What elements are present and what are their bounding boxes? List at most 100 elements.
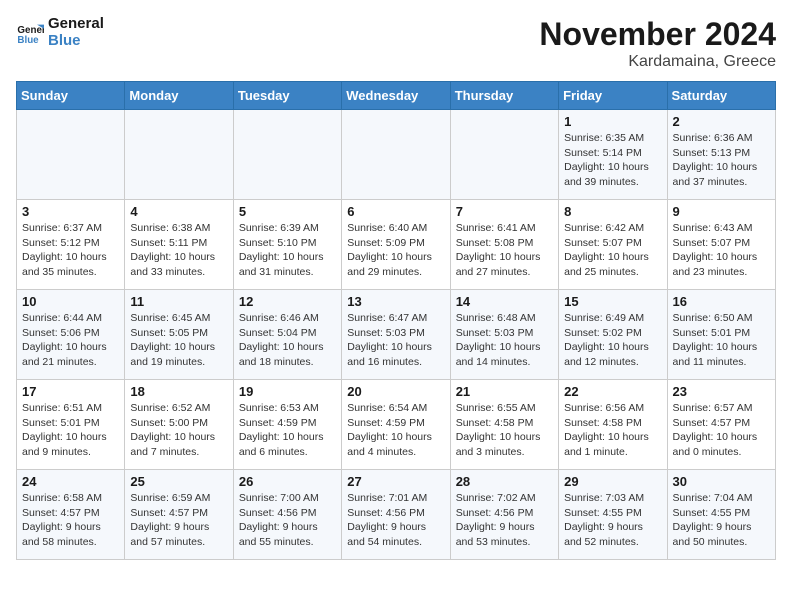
day-number: 2 bbox=[673, 114, 770, 129]
day-info: Sunrise: 6:52 AMSunset: 5:00 PMDaylight:… bbox=[130, 401, 227, 460]
header-tuesday: Tuesday bbox=[233, 82, 341, 110]
day-number: 18 bbox=[130, 384, 227, 399]
month-title: November 2024 bbox=[539, 16, 776, 53]
day-info: Sunrise: 6:59 AMSunset: 4:57 PMDaylight:… bbox=[130, 491, 227, 550]
day-info: Sunrise: 6:49 AMSunset: 5:02 PMDaylight:… bbox=[564, 311, 661, 370]
table-row: 10 Sunrise: 6:44 AMSunset: 5:06 PMDayligh… bbox=[17, 290, 125, 380]
table-row: 1 Sunrise: 6:35 AMSunset: 5:14 PMDaylight… bbox=[559, 110, 667, 200]
table-row: 11Sunrise: 6:45 AMSunset: 5:05 PMDayligh… bbox=[125, 290, 233, 380]
table-row bbox=[342, 110, 450, 200]
title-area: November 2024 Kardamaina, Greece bbox=[539, 16, 776, 71]
header-saturday: Saturday bbox=[667, 82, 775, 110]
day-info: Sunrise: 6:56 AMSunset: 4:58 PMDaylight:… bbox=[564, 401, 661, 460]
table-row: 25 Sunrise: 6:59 AMSunset: 4:57 PMDayligh… bbox=[125, 470, 233, 560]
day-info: Sunrise: 6:55 AMSunset: 4:58 PMDaylight:… bbox=[456, 401, 553, 460]
day-number: 25 bbox=[130, 474, 227, 489]
day-number: 8 bbox=[564, 204, 661, 219]
day-number: 19 bbox=[239, 384, 336, 399]
table-row: 27Sunrise: 7:01 AMSunset: 4:56 PMDayligh… bbox=[342, 470, 450, 560]
table-row: 9Sunrise: 6:43 AMSunset: 5:07 PMDaylight… bbox=[667, 200, 775, 290]
day-info: Sunrise: 6:38 AMSunset: 5:11 PMDaylight:… bbox=[130, 221, 227, 280]
day-info: Sunrise: 6:58 AMSunset: 4:57 PMDaylight:… bbox=[22, 491, 119, 550]
day-info: Sunrise: 7:00 AMSunset: 4:56 PMDaylight:… bbox=[239, 491, 336, 550]
header-sunday: Sunday bbox=[17, 82, 125, 110]
day-info: Sunrise: 6:43 AMSunset: 5:07 PMDaylight:… bbox=[673, 221, 770, 280]
day-number: 10 bbox=[22, 294, 119, 309]
table-row: 20 Sunrise: 6:54 AMSunset: 4:59 PMDayligh… bbox=[342, 380, 450, 470]
table-row: 12 Sunrise: 6:46 AMSunset: 5:04 PMDayligh… bbox=[233, 290, 341, 380]
calendar-week-row: 10 Sunrise: 6:44 AMSunset: 5:06 PMDayligh… bbox=[17, 290, 776, 380]
logo: General Blue General Blue bbox=[16, 16, 104, 49]
table-row: 19 Sunrise: 6:53 AMSunset: 4:59 PMDayligh… bbox=[233, 380, 341, 470]
day-number: 20 bbox=[347, 384, 444, 399]
day-info: Sunrise: 6:50 AMSunset: 5:01 PMDaylight:… bbox=[673, 311, 770, 370]
table-row bbox=[125, 110, 233, 200]
day-number: 23 bbox=[673, 384, 770, 399]
day-number: 21 bbox=[456, 384, 553, 399]
day-info: Sunrise: 6:47 AMSunset: 5:03 PMDaylight:… bbox=[347, 311, 444, 370]
day-info: Sunrise: 6:41 AMSunset: 5:08 PMDaylight:… bbox=[456, 221, 553, 280]
day-info: Sunrise: 6:54 AMSunset: 4:59 PMDaylight:… bbox=[347, 401, 444, 460]
day-info: Sunrise: 6:36 AMSunset: 5:13 PMDaylight:… bbox=[673, 131, 770, 190]
table-row: 30 Sunrise: 7:04 AMSunset: 4:55 PMDayligh… bbox=[667, 470, 775, 560]
day-info: Sunrise: 7:03 AMSunset: 4:55 PMDaylight:… bbox=[564, 491, 661, 550]
day-number: 29 bbox=[564, 474, 661, 489]
table-row: 5Sunrise: 6:39 AMSunset: 5:10 PMDaylight… bbox=[233, 200, 341, 290]
day-info: Sunrise: 7:04 AMSunset: 4:55 PMDaylight:… bbox=[673, 491, 770, 550]
table-row: 16 Sunrise: 6:50 AMSunset: 5:01 PMDayligh… bbox=[667, 290, 775, 380]
calendar-week-row: 24 Sunrise: 6:58 AMSunset: 4:57 PMDayligh… bbox=[17, 470, 776, 560]
day-number: 1 bbox=[564, 114, 661, 129]
day-number: 4 bbox=[130, 204, 227, 219]
table-row: 6Sunrise: 6:40 AMSunset: 5:09 PMDaylight… bbox=[342, 200, 450, 290]
day-info: Sunrise: 6:44 AMSunset: 5:06 PMDaylight:… bbox=[22, 311, 119, 370]
day-number: 11 bbox=[130, 294, 227, 309]
logo-icon: General Blue bbox=[16, 19, 44, 47]
table-row: 8Sunrise: 6:42 AMSunset: 5:07 PMDaylight… bbox=[559, 200, 667, 290]
day-info: Sunrise: 6:57 AMSunset: 4:57 PMDaylight:… bbox=[673, 401, 770, 460]
table-row: 14 Sunrise: 6:48 AMSunset: 5:03 PMDayligh… bbox=[450, 290, 558, 380]
svg-text:Blue: Blue bbox=[17, 34, 39, 45]
day-number: 15 bbox=[564, 294, 661, 309]
page-header: General Blue General Blue November 2024 … bbox=[16, 16, 776, 71]
day-number: 16 bbox=[673, 294, 770, 309]
day-number: 13 bbox=[347, 294, 444, 309]
day-number: 3 bbox=[22, 204, 119, 219]
table-row: 4 Sunrise: 6:38 AMSunset: 5:11 PMDaylight… bbox=[125, 200, 233, 290]
location-title: Kardamaina, Greece bbox=[539, 53, 776, 71]
day-number: 14 bbox=[456, 294, 553, 309]
day-number: 22 bbox=[564, 384, 661, 399]
day-info: Sunrise: 6:37 AMSunset: 5:12 PMDaylight:… bbox=[22, 221, 119, 280]
day-info: Sunrise: 6:48 AMSunset: 5:03 PMDaylight:… bbox=[456, 311, 553, 370]
logo-line2: Blue bbox=[48, 32, 81, 49]
table-row: 22 Sunrise: 6:56 AMSunset: 4:58 PMDayligh… bbox=[559, 380, 667, 470]
day-number: 30 bbox=[673, 474, 770, 489]
day-number: 17 bbox=[22, 384, 119, 399]
table-row: 23 Sunrise: 6:57 AMSunset: 4:57 PMDayligh… bbox=[667, 380, 775, 470]
day-number: 6 bbox=[347, 204, 444, 219]
table-row: 3 Sunrise: 6:37 AMSunset: 5:12 PMDaylight… bbox=[17, 200, 125, 290]
day-number: 7 bbox=[456, 204, 553, 219]
day-info: Sunrise: 6:35 AMSunset: 5:14 PMDaylight:… bbox=[564, 131, 661, 190]
day-info: Sunrise: 6:53 AMSunset: 4:59 PMDaylight:… bbox=[239, 401, 336, 460]
calendar-week-row: 17 Sunrise: 6:51 AMSunset: 5:01 PMDayligh… bbox=[17, 380, 776, 470]
calendar-week-row: 1 Sunrise: 6:35 AMSunset: 5:14 PMDaylight… bbox=[17, 110, 776, 200]
logo-line1: General bbox=[48, 15, 104, 32]
day-info: Sunrise: 6:51 AMSunset: 5:01 PMDaylight:… bbox=[22, 401, 119, 460]
header-friday: Friday bbox=[559, 82, 667, 110]
calendar-header-row: Sunday Monday Tuesday Wednesday Thursday… bbox=[17, 82, 776, 110]
day-number: 28 bbox=[456, 474, 553, 489]
table-row bbox=[233, 110, 341, 200]
day-number: 27 bbox=[347, 474, 444, 489]
day-info: Sunrise: 6:46 AMSunset: 5:04 PMDaylight:… bbox=[239, 311, 336, 370]
day-number: 26 bbox=[239, 474, 336, 489]
table-row: 18 Sunrise: 6:52 AMSunset: 5:00 PMDayligh… bbox=[125, 380, 233, 470]
table-row: 13 Sunrise: 6:47 AMSunset: 5:03 PMDayligh… bbox=[342, 290, 450, 380]
table-row: 17 Sunrise: 6:51 AMSunset: 5:01 PMDayligh… bbox=[17, 380, 125, 470]
table-row: 26 Sunrise: 7:00 AMSunset: 4:56 PMDayligh… bbox=[233, 470, 341, 560]
header-wednesday: Wednesday bbox=[342, 82, 450, 110]
day-number: 24 bbox=[22, 474, 119, 489]
header-thursday: Thursday bbox=[450, 82, 558, 110]
table-row: 2 Sunrise: 6:36 AMSunset: 5:13 PMDaylight… bbox=[667, 110, 775, 200]
day-number: 12 bbox=[239, 294, 336, 309]
table-row bbox=[450, 110, 558, 200]
